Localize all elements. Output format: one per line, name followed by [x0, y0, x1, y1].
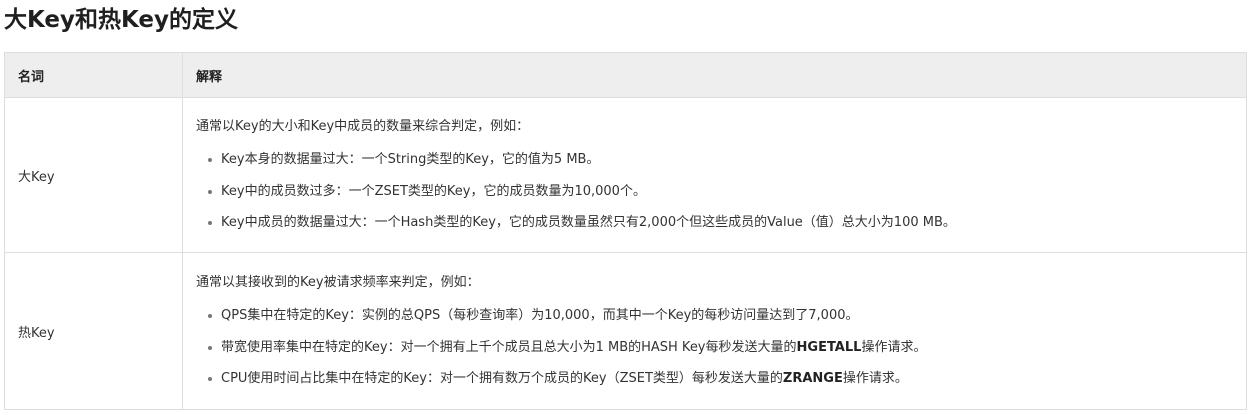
table-row-big-key: 大Key 通常以Key的大小和Key中成员的数量来综合判定，例如： Key本身的… — [4, 97, 1247, 253]
definition-table: 名词 解释 大Key 通常以Key的大小和Key中成员的数量来综合判定，例如： … — [4, 52, 1247, 410]
list-item: Key中的成员数过多：一个ZSET类型的Key，它的成员数量为10,000个。 — [208, 182, 1246, 202]
bullet-dot-icon — [208, 221, 212, 225]
list-item-text: QPS集中在特定的Key：实例的总QPS（每秒查询率）为10,000，而其中一个… — [221, 308, 859, 323]
header-term: 名词 — [4, 52, 183, 98]
list-item: CPU使用时间占比集中在特定的Key：对一个拥有数万个成员的Key（ZSET类型… — [208, 369, 1246, 389]
list-item-text-before: CPU使用时间占比集中在特定的Key：对一个拥有数万个成员的Key（ZSET类型… — [221, 371, 783, 386]
list-item: Key中成员的数据量过大：一个Hash类型的Key，它的成员数量虽然只有2,00… — [208, 213, 1246, 233]
term-cell: 大Key — [4, 97, 183, 253]
list-item: 带宽使用率集中在特定的Key：对一个拥有上千个成员且总大小为1 MB的HASH … — [208, 338, 1246, 358]
list-item-text-after: 操作请求。 — [842, 371, 908, 386]
list-item-text: Key本身的数据量过大：一个String类型的Key，它的值为5 MB。 — [221, 152, 600, 167]
term-cell: 热Key — [4, 252, 183, 410]
list-item-text: Key中的成员数过多：一个ZSET类型的Key，它的成员数量为10,000个。 — [221, 183, 646, 199]
list-item-text: Key中成员的数据量过大：一个Hash类型的Key，它的成员数量虽然只有2,00… — [221, 215, 956, 230]
explanation-intro: 通常以其接收到的Key被请求频率来判定，例如： — [196, 275, 480, 290]
header-explanation: 解释 — [182, 52, 1247, 98]
bullet-dot-icon — [208, 158, 212, 162]
list-item-text-before: 带宽使用率集中在特定的Key：对一个拥有上千个成员且总大小为1 MB的HASH … — [221, 339, 797, 355]
list-item: QPS集中在特定的Key：实例的总QPS（每秒查询率）为10,000，而其中一个… — [208, 306, 1246, 326]
example-list: QPS集中在特定的Key：实例的总QPS（每秒查询率）为10,000，而其中一个… — [196, 306, 1246, 389]
bullet-dot-icon — [208, 345, 212, 350]
bullet-dot-icon — [208, 314, 212, 318]
explanation-cell: 通常以Key的大小和Key中成员的数量来综合判定，例如： Key本身的数据量过大… — [182, 97, 1247, 253]
explanation-cell: 通常以其接收到的Key被请求频率来判定，例如： QPS集中在特定的Key：实例的… — [182, 252, 1247, 410]
table-row-hot-key: 热Key 通常以其接收到的Key被请求频率来判定，例如： QPS集中在特定的Ke… — [4, 252, 1247, 410]
table-header-row: 名词 解释 — [4, 52, 1247, 98]
list-item-text-after: 操作请求。 — [861, 339, 927, 355]
command-name: ZRANGE — [782, 371, 843, 386]
page-title: 大Key和热Key的定义 — [4, 7, 239, 33]
explanation-intro: 通常以Key的大小和Key中成员的数量来综合判定，例如： — [196, 119, 530, 134]
bullet-dot-icon — [208, 377, 212, 381]
list-item: Key本身的数据量过大：一个String类型的Key，它的值为5 MB。 — [208, 150, 1246, 170]
bullet-dot-icon — [208, 189, 212, 194]
command-name: HGETALL — [796, 339, 862, 355]
example-list: Key本身的数据量过大：一个String类型的Key，它的值为5 MB。 Key… — [196, 150, 1246, 233]
